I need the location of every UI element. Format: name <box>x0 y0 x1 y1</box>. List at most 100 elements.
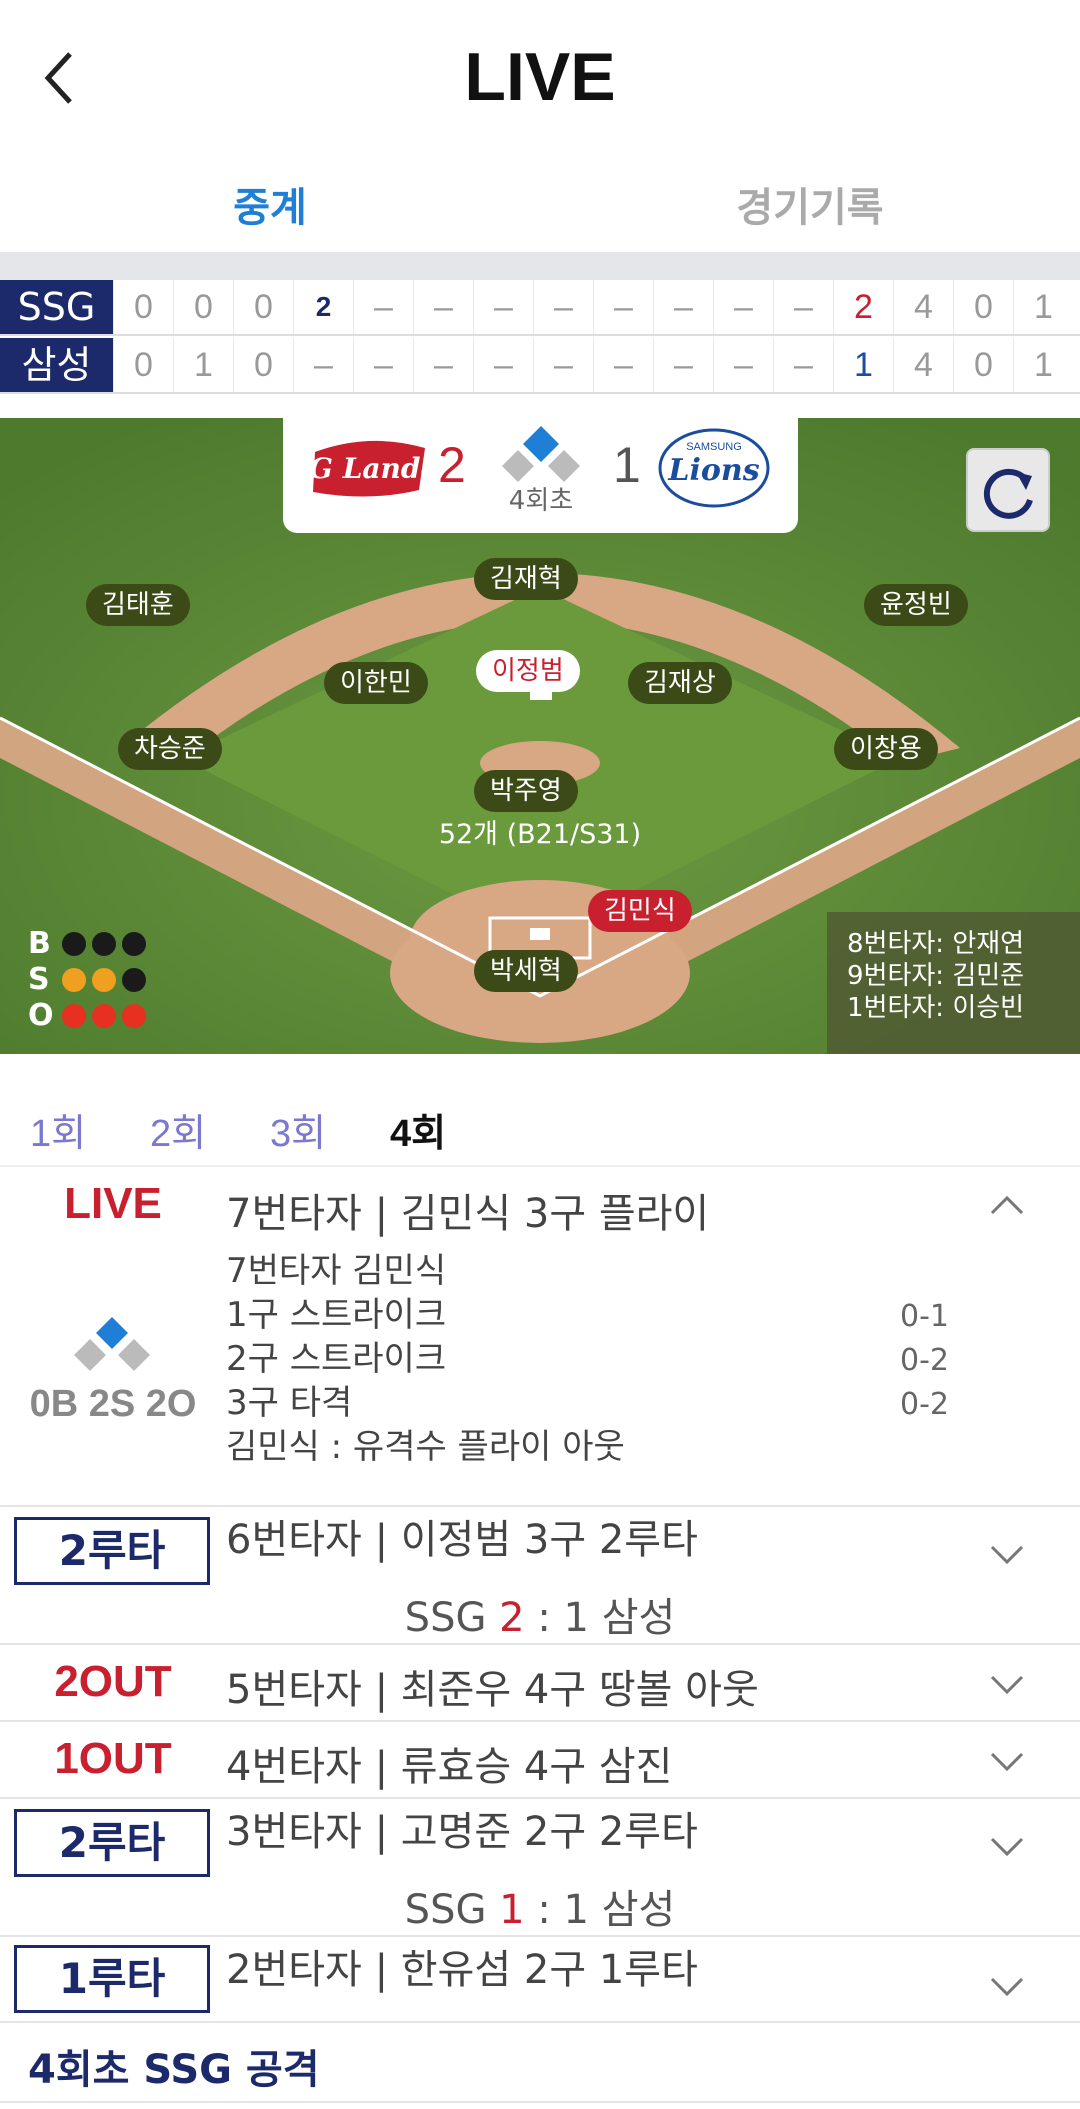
inning-score: 0 <box>233 280 293 334</box>
samsung-logo-sub: SAMSUNG <box>686 441 742 453</box>
header: LIVE <box>0 0 1080 150</box>
chevron-down-icon[interactable] <box>990 1752 1024 1772</box>
count-display: 0B 2S 2O <box>29 1383 197 1425</box>
next-batters: 8번타자: 안재연 9번타자: 김민준 1번타자: 이승빈 <box>827 912 1080 1054</box>
tab-broadcast[interactable]: 중계 <box>120 175 420 233</box>
play-item[interactable]: 1루타 2번타자 | 한유섬 2구 1루타 <box>0 1937 1080 2023</box>
scoreboard-row-home: 삼성 0 1 0– – – – – – – – –1 4 0 1 <box>0 338 1080 394</box>
inning-score: – <box>473 338 533 392</box>
inning-score: – <box>713 338 773 392</box>
inning-score: – <box>353 338 413 392</box>
score-b: 1 <box>563 1595 589 1641</box>
inning-score: 0 <box>113 280 173 334</box>
out-dot <box>92 1004 116 1028</box>
inning-tab-4[interactable]: 4회 <box>390 1102 446 1157</box>
total-runs: 2 <box>833 280 893 334</box>
page-title: LIVE <box>464 39 616 115</box>
chevron-down-icon[interactable] <box>990 1675 1024 1695</box>
score-team-a: SSG <box>404 1595 487 1641</box>
outs-label: O <box>28 998 54 1033</box>
inning-score: – <box>713 280 773 334</box>
inning-score: – <box>413 280 473 334</box>
inning-score: 1 <box>173 338 233 392</box>
player-batter: 김민식 <box>588 890 692 932</box>
out-dot <box>122 1004 146 1028</box>
inning-score: 0 <box>173 280 233 334</box>
score-separator: : <box>537 1887 551 1933</box>
next-batter: 9번타자: 김민준 <box>847 961 1025 991</box>
play-detail: 김민식 : 유격수 플라이 아웃 <box>226 1427 625 1467</box>
inning-score: – <box>533 338 593 392</box>
player-3b: 차승준 <box>118 728 222 770</box>
inning-score: 0 <box>113 338 173 392</box>
pitch-count-value: 0-2 <box>900 1343 949 1378</box>
pitch-count-value: 0-1 <box>900 1299 949 1334</box>
play-title: 3번타자 | 고명준 2구 2루타 <box>226 1809 698 1855</box>
score-update: SSG 2 : 1 삼성 <box>0 1585 1080 1643</box>
total-walks: 1 <box>1013 280 1073 334</box>
strike-dot <box>62 968 86 992</box>
pitch-count-value: 0-2 <box>900 1387 949 1422</box>
inning-score: – <box>413 338 473 392</box>
inning-score: 2 <box>293 280 353 334</box>
away-score: 2 <box>438 437 466 493</box>
ball-dot <box>92 932 116 956</box>
chevron-down-icon[interactable] <box>990 1977 1024 1997</box>
inning-score: – <box>533 280 593 334</box>
inning-tab-1[interactable]: 1회 <box>30 1102 86 1157</box>
play-item[interactable]: 1OUT 4번타자 | 류효승 4구 삼진 <box>0 1722 1080 1799</box>
base-runner-icon <box>74 1317 150 1371</box>
ball-dot <box>122 932 146 956</box>
player-rf: 윤정빈 <box>864 584 968 626</box>
team-name: 삼성 <box>0 338 113 392</box>
play-detail: 1구 스트라이크 <box>226 1295 447 1335</box>
inning-score: – <box>773 338 833 392</box>
chevron-down-icon[interactable] <box>990 1545 1024 1565</box>
chevron-down-icon[interactable] <box>990 1837 1024 1857</box>
player-1b: 이창용 <box>834 728 938 770</box>
inning-score: 0 <box>233 338 293 392</box>
play-item-live[interactable]: LIVE 7번타자 | 김민식 3구 플라이 0B 2S 2O 7번타자 김민식… <box>0 1167 1080 1507</box>
single-badge: 1루타 <box>14 1945 210 2013</box>
player-2b: 김재상 <box>628 662 732 704</box>
play-detail: 7번타자 김민식 <box>226 1251 447 1291</box>
inning-tab-3[interactable]: 3회 <box>270 1102 326 1157</box>
play-detail: 2구 스트라이크 <box>226 1339 447 1379</box>
player-pitcher: 박주영 <box>474 770 578 812</box>
inning-score: – <box>293 338 353 392</box>
chevron-up-icon[interactable] <box>990 1195 1024 1215</box>
play-title: 6번타자 | 이정범 3구 2루타 <box>226 1517 698 1563</box>
total-walks: 1 <box>1013 338 1073 392</box>
samsung-lions-logo: SAMSUNG Lions <box>658 428 770 508</box>
play-title: 5번타자 | 최준우 4구 땅볼 아웃 <box>226 1667 759 1713</box>
lions-logo-text: Lions <box>667 453 759 488</box>
total-errors: 0 <box>953 338 1013 392</box>
out-badge: 2OUT <box>54 1657 172 1706</box>
ssg-landers-logo: SSG Landers <box>309 440 429 497</box>
divider <box>0 252 1080 280</box>
score-team-b: 삼성 <box>601 1887 676 1933</box>
double-badge: 2루타 <box>14 1517 210 1585</box>
play-item[interactable]: 2루타 3번타자 | 고명준 2구 2루타 SSG 1 : 1 삼성 <box>0 1799 1080 1937</box>
total-hits: 4 <box>893 280 953 334</box>
inning-score: – <box>593 280 653 334</box>
tab-game-record[interactable]: 경기기록 <box>660 175 960 233</box>
play-item[interactable]: 2루타 6번타자 | 이정범 3구 2루타 SSG 2 : 1 삼성 <box>0 1507 1080 1645</box>
strike-dot <box>92 968 116 992</box>
inning-tab-2[interactable]: 2회 <box>150 1102 206 1157</box>
inning-score: – <box>473 280 533 334</box>
player-catcher: 박세혁 <box>474 950 578 992</box>
total-runs: 1 <box>833 338 893 392</box>
team-name: SSG <box>0 280 113 334</box>
double-badge: 2루타 <box>14 1809 210 1877</box>
refresh-button[interactable] <box>966 448 1050 532</box>
inning-label: 4회초 <box>508 486 574 516</box>
next-batter: 1번타자: 이승빈 <box>847 993 1025 1023</box>
out-dot <box>62 1004 86 1028</box>
ssg-logo-text: SSG Landers <box>309 452 429 485</box>
play-detail: 3구 타격 <box>226 1383 353 1423</box>
score-summary: SSG Landers 2 4회초 1 SAMSUNG Lions <box>283 418 798 533</box>
play-item[interactable]: 2OUT 5번타자 | 최준우 4구 땅볼 아웃 <box>0 1645 1080 1722</box>
player-ss: 이한민 <box>324 662 428 704</box>
play-title: 2번타자 | 한유섬 2구 1루타 <box>226 1947 698 1993</box>
